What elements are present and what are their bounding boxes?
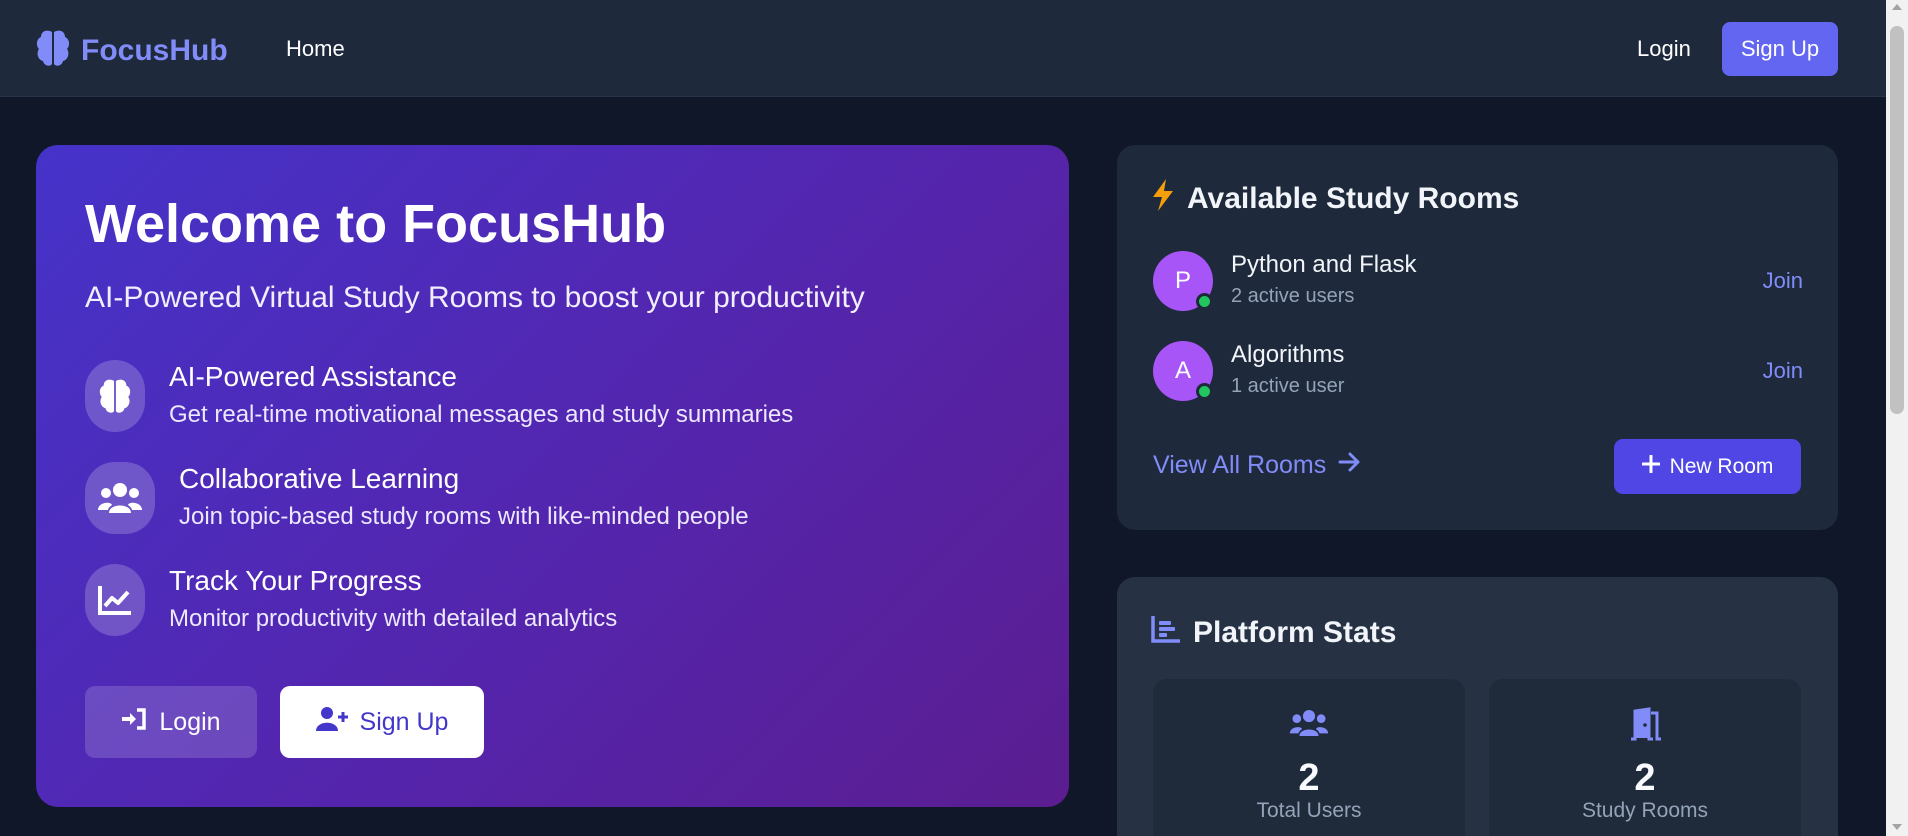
room-active-users: 1 active user: [1231, 375, 1345, 397]
stat-study-rooms: 2 Study Rooms: [1489, 679, 1801, 836]
sign-in-icon: [121, 707, 147, 738]
platform-stats-title: Platform Stats: [1151, 615, 1396, 651]
hero-signup-label: Sign Up: [359, 707, 449, 736]
feature-description: Join topic-based study rooms with like-m…: [179, 503, 749, 530]
chart-bar-icon: [1151, 615, 1181, 651]
stat-total-users: 2 Total Users: [1153, 679, 1465, 836]
chart-line-icon: [85, 564, 145, 636]
feature-item: AI-Powered Assistance Get real-time moti…: [85, 360, 793, 432]
arrow-right-icon: [1338, 451, 1362, 480]
hero-title: Welcome to FocusHub: [85, 194, 667, 254]
study-rooms-title: Available Study Rooms: [1151, 179, 1519, 219]
feature-item: Collaborative Learning Join topic-based …: [85, 462, 749, 534]
door-open-icon: [1489, 707, 1801, 741]
stat-value: 2: [1634, 757, 1656, 799]
room-active-users: 2 active users: [1231, 285, 1355, 307]
new-room-label: New Room: [1669, 454, 1774, 478]
hero-signup-button[interactable]: Sign Up: [280, 686, 484, 758]
scroll-down-arrow-icon[interactable]: [1892, 824, 1902, 830]
brand-name: FocusHub: [81, 33, 228, 67]
feature-item: Track Your Progress Monitor productivity…: [85, 564, 617, 636]
nav-home-link[interactable]: Home: [286, 36, 345, 62]
room-list-item: A Algorithms 1 active user Join: [1153, 341, 1803, 403]
nav-login-link[interactable]: Login: [1637, 36, 1691, 62]
stat-label: Study Rooms: [1581, 799, 1709, 822]
feature-title: AI-Powered Assistance: [169, 361, 457, 392]
feature-description: Monitor productivity with detailed analy…: [169, 605, 618, 632]
new-room-button[interactable]: New Room: [1614, 439, 1801, 494]
platform-stats-heading: Platform Stats: [1193, 616, 1397, 649]
view-all-rooms-link[interactable]: View All Rooms: [1153, 451, 1362, 480]
brain-icon: [85, 360, 145, 432]
room-list-item: P Python and Flask 2 active users Join: [1153, 251, 1803, 313]
page-scrollbar[interactable]: [1886, 0, 1908, 836]
user-plus-icon: [315, 706, 348, 739]
room-join-link[interactable]: Join: [1763, 268, 1803, 294]
stat-label: Total Users: [1256, 799, 1362, 822]
users-icon: [85, 462, 155, 534]
feature-title: Collaborative Learning: [179, 463, 460, 494]
brain-icon: [35, 28, 71, 73]
hero-login-button[interactable]: Login: [85, 686, 257, 758]
platform-stats-card: Platform Stats 2 Total Users 2 Study Roo…: [1117, 577, 1838, 836]
room-name: Python and Flask: [1231, 251, 1417, 278]
hero-login-label: Login: [159, 707, 221, 736]
online-status-indicator: [1196, 383, 1213, 400]
brand-logo[interactable]: FocusHub: [35, 28, 228, 73]
room-name: Algorithms: [1231, 341, 1345, 368]
scrollbar-thumb[interactable]: [1890, 26, 1904, 414]
stat-value: 2: [1298, 757, 1320, 799]
users-icon: [1153, 707, 1465, 739]
plus-icon: [1641, 454, 1661, 479]
hero-subtitle: AI-Powered Virtual Study Rooms to boost …: [85, 281, 865, 314]
online-status-indicator: [1196, 293, 1213, 310]
hero-card: Welcome to FocusHub AI-Powered Virtual S…: [36, 145, 1069, 807]
bolt-icon: [1151, 179, 1175, 219]
study-rooms-card: Available Study Rooms P Python and Flask…: [1117, 145, 1838, 530]
feature-description: Get real-time motivational messages and …: [169, 401, 794, 428]
study-rooms-heading: Available Study Rooms: [1187, 182, 1520, 215]
room-join-link[interactable]: Join: [1763, 358, 1803, 384]
scroll-up-arrow-icon[interactable]: [1892, 4, 1902, 10]
nav-signup-button[interactable]: Sign Up: [1722, 22, 1838, 76]
navbar: FocusHub Home Login Sign Up: [0, 0, 1886, 97]
view-all-rooms-label: View All Rooms: [1153, 451, 1327, 479]
feature-title: Track Your Progress: [169, 565, 422, 596]
